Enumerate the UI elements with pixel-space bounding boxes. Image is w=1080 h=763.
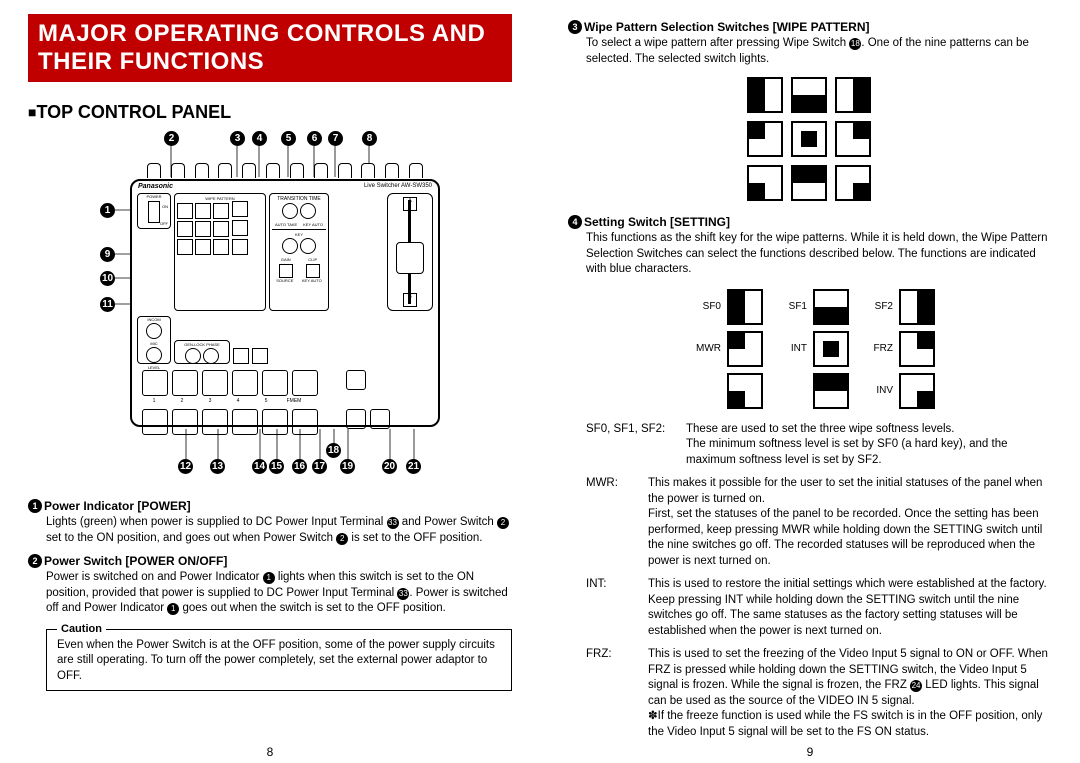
wipe-sw[interactable]: [177, 203, 193, 219]
item-2: 2Power Switch [POWER ON/OFF] Power is sw…: [28, 554, 512, 617]
incom-block: INCOM MIC LEVEL: [137, 316, 171, 364]
banner-title: MAJOR OPERATING CONTROLS AND THEIR FUNCT…: [28, 14, 512, 82]
bus-b-row: [132, 407, 438, 437]
caution-box: Caution Even when the Power Switch is at…: [46, 629, 512, 692]
bus-a-row: [132, 368, 438, 398]
transition-block: TRANSITION TIME AUTO TAKEKEY AUTO KEY GA…: [269, 193, 329, 311]
definitions-list: MWR:This makes it possible for the user …: [586, 476, 1052, 740]
section-title: ■TOP CONTROL PANEL: [28, 102, 512, 123]
switcher-panel: Panasonic Live Switcher AW-SW350 POWER O…: [130, 179, 440, 427]
definition-row: FRZ:This is used to set the freezing of …: [586, 647, 1052, 740]
callout-14: 14: [252, 459, 267, 474]
item-3: 3Wipe Pattern Selection Switches [WIPE P…: [568, 20, 1052, 67]
page-number-left: 8: [0, 745, 540, 759]
caution-label: Caution: [57, 622, 106, 637]
page-right: 3Wipe Pattern Selection Switches [WIPE P…: [540, 0, 1080, 763]
model-label: Live Switcher AW-SW350: [364, 183, 432, 190]
callout-12: 12: [178, 459, 193, 474]
callout-20: 20: [382, 459, 397, 474]
callout-21: 21: [406, 459, 421, 474]
genlock-block: GEN-LOCK PHASE: [174, 340, 230, 364]
item-4: 4Setting Switch [SETTING] This functions…: [568, 215, 1052, 278]
setting-function-icons: SF0 SF1 SF2 MWR INT FRZ INV: [568, 288, 1052, 410]
fader[interactable]: A B: [387, 193, 433, 311]
callout-19: 19: [340, 459, 355, 474]
power-block: POWER ON OFF: [137, 193, 171, 229]
wipe-pattern-icons: [568, 77, 1052, 203]
page-left: MAJOR OPERATING CONTROLS AND THEIR FUNCT…: [0, 0, 540, 763]
wipe-pattern-block: WIPE PATTERN: [174, 193, 266, 311]
callout-18: 18: [326, 443, 341, 458]
power-switch[interactable]: [148, 201, 160, 223]
page-number-right: 9: [540, 745, 1080, 759]
definition-row: INT:This is used to restore the initial …: [586, 577, 1052, 639]
definitions: SF0, SF1, SF2: These are used to set the…: [586, 422, 1052, 438]
callout-16: 16: [292, 459, 307, 474]
control-panel-diagram: 2 3 4 5 6 7 8 1 9 10 11: [60, 131, 480, 491]
brand-label: Panasonic: [138, 183, 173, 190]
callout-17: 17: [312, 459, 327, 474]
setting-btn[interactable]: [233, 348, 249, 364]
definition-row: MWR:This makes it possible for the user …: [586, 476, 1052, 569]
callout-15: 15: [269, 459, 284, 474]
item-1: 1Power Indicator [POWER] Lights (green) …: [28, 499, 512, 546]
callout-13: 13: [210, 459, 225, 474]
color-btn[interactable]: [252, 348, 268, 364]
